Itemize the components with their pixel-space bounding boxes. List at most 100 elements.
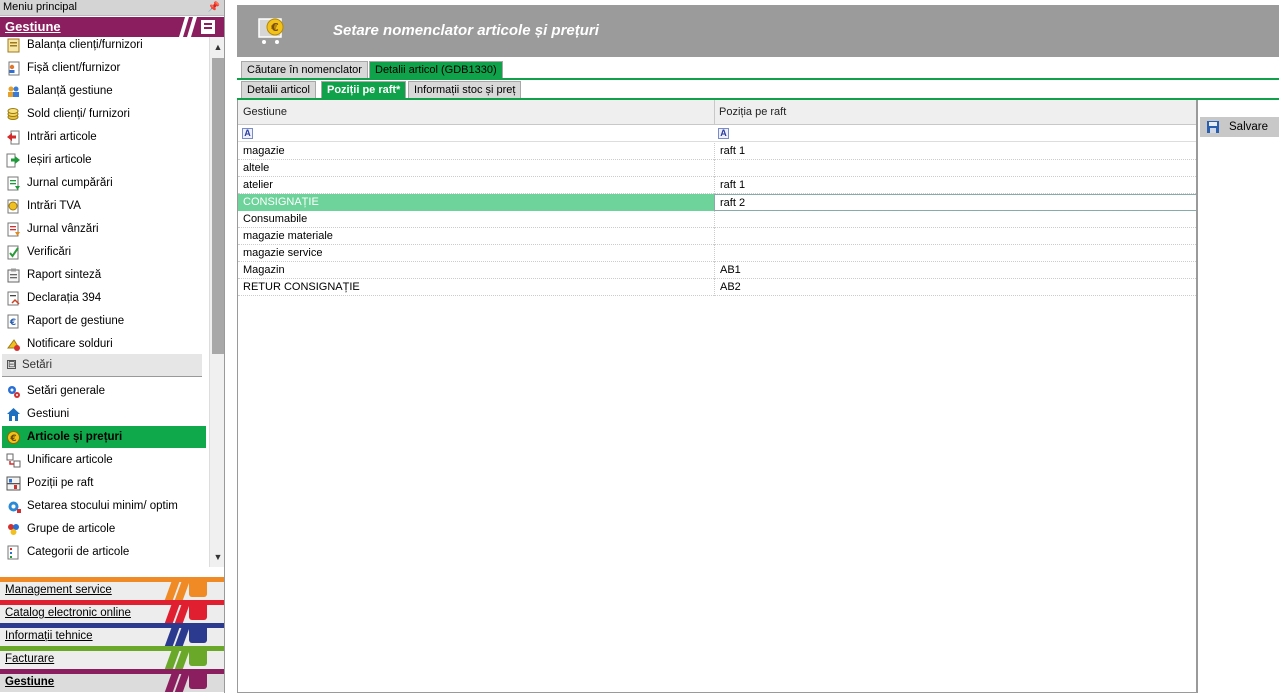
sidebar-list: Balanța clienți/furnizori Fișă client/fur… — [0, 37, 208, 567]
sidebar-item[interactable]: Intrări articole — [2, 126, 206, 148]
grid-header: Gestiune Poziția pe raft — [238, 100, 1196, 125]
scrollbar-thumb[interactable] — [212, 58, 224, 354]
sidebar-item[interactable]: Verificări — [2, 241, 206, 263]
arrow-out-icon — [6, 153, 20, 168]
module-bar[interactable]: Gestiune — [0, 669, 224, 692]
collapse-toggle-icon[interactable]: ⊟ — [7, 360, 16, 369]
save-button-label: Salvare — [1229, 121, 1268, 133]
house-icon — [7, 408, 20, 421]
sidebar-item[interactable]: Jurnal vânzări — [2, 218, 206, 240]
cell-pozitie-raft[interactable] — [714, 228, 1196, 245]
cell-pozitie-raft[interactable] — [714, 211, 1196, 228]
scroll-down-icon[interactable]: ▼ — [211, 549, 224, 565]
cell-gestiune[interactable]: magazie service — [238, 245, 714, 262]
scroll-up-icon[interactable]: ▲ — [211, 39, 224, 55]
cell-gestiune[interactable]: Magazin — [238, 262, 714, 279]
tab-detalii-articol-code[interactable]: Detalii articol (GDB1330) — [369, 61, 503, 79]
table-row[interactable]: atelier raft 1 — [238, 177, 1196, 194]
cell-gestiune[interactable]: CONSIGNAȚIE — [238, 194, 714, 211]
page-banner: € Setare nomenclator articole și prețuri — [237, 5, 1279, 57]
sidebar-item[interactable]: Intrări TVA — [2, 195, 206, 217]
filter-icon[interactable]: A — [718, 128, 729, 139]
sidebar-item-label: Setarea stocului minim/ optim — [27, 500, 178, 512]
coins-icon — [7, 108, 19, 120]
sidebar-item-label: Poziții pe raft — [27, 477, 94, 489]
sidebar-item[interactable]: Ieșiri articole — [2, 149, 206, 171]
sidebar-item[interactable]: Jurnal cumpărări — [2, 172, 206, 194]
sidebar-item[interactable]: Grupe de articole — [2, 518, 206, 540]
sidebar-item[interactable]: Setări generale — [2, 380, 206, 402]
table-row[interactable]: magazie raft 1 — [238, 143, 1196, 160]
settings-gear-icon — [8, 501, 21, 513]
cell-gestiune[interactable]: Consumabile — [238, 211, 714, 228]
module-bar[interactable]: Catalog electronic online — [0, 600, 224, 623]
declaration-icon — [7, 291, 20, 306]
tab-informatii-stoc-pret[interactable]: Informații stoc și preț — [408, 81, 522, 99]
shelf-icon — [6, 476, 21, 491]
sidebar-item[interactable]: Categorii de articole — [2, 541, 206, 563]
cell-gestiune[interactable]: magazie — [238, 143, 714, 160]
sidebar-item[interactable]: Setarea stocului minim/ optim — [2, 495, 206, 517]
notify-icon — [7, 339, 20, 351]
tab-cautare-nomenclator[interactable]: Căutare în nomenclator — [241, 61, 368, 79]
cell-gestiune[interactable]: RETUR CONSIGNAȚIE — [238, 279, 714, 296]
sidebar-item-label: Raport de gestiune — [27, 315, 125, 327]
sidebar-header-gestiune[interactable]: Gestiune — [0, 17, 224, 37]
cell-pozitie-raft[interactable]: raft 2 — [714, 194, 1196, 211]
groups-icon — [8, 524, 19, 535]
sidebar-item-label: Unificare articole — [27, 454, 113, 466]
sidebar-item[interactable]: Balanța clienți/furnizori — [2, 37, 206, 56]
cell-pozitie-raft[interactable]: AB2 — [714, 279, 1196, 296]
cell-pozitie-raft[interactable] — [714, 160, 1196, 177]
module-label: Gestiune — [5, 676, 55, 688]
page-title: Setare nomenclator articole și prețuri — [333, 22, 599, 39]
sidebar-item[interactable]: Notificare solduri — [2, 333, 206, 355]
sidebar-item[interactable]: Sold clienți/ furnizori — [2, 103, 206, 125]
person-sheet-icon — [8, 61, 20, 76]
table-row[interactable]: magazie service — [238, 245, 1196, 262]
table-row[interactable]: altele — [238, 160, 1196, 177]
sidebar-item[interactable]: Poziții pe raft — [2, 472, 206, 494]
sidebar-item[interactable]: Raport sinteză — [2, 264, 206, 286]
cell-gestiune[interactable]: altele — [238, 160, 714, 177]
module-icon — [189, 671, 207, 689]
module-bar[interactable]: Management service — [0, 577, 224, 600]
sidebar-scrollbar[interactable]: ▲ ▼ — [209, 37, 224, 567]
module-icon — [189, 579, 207, 597]
sidebar-item[interactable]: Declarația 394 — [2, 287, 206, 309]
cell-pozitie-raft[interactable]: raft 1 — [714, 177, 1196, 194]
sidebar-item[interactable]: Gestiuni — [2, 403, 206, 425]
settings-section-header[interactable]: ⊟ Setări — [2, 354, 202, 376]
sidebar-item[interactable]: Fișă client/furnizor — [2, 57, 206, 79]
table-row[interactable]: CONSIGNAȚIE raft 2 — [238, 194, 1196, 211]
shelf-positions-grid: Gestiune Poziția pe raft A A magazie raft… — [237, 100, 1197, 693]
filter-icon[interactable]: A — [242, 128, 253, 139]
sidebar-item[interactable]: Balanță gestiune — [2, 80, 206, 102]
main-panel: € Setare nomenclator articole și prețuri… — [232, 0, 1279, 693]
sidebar-item[interactable]: € Articole și prețuri — [2, 426, 206, 448]
tab-pozitii-pe-raft[interactable]: Poziții pe raft* — [321, 81, 407, 99]
sidebar-title-text: Meniu principal — [3, 1, 77, 13]
sidebar-item[interactable]: € Raport de gestiune — [2, 310, 206, 332]
sidebar-item-label: Notificare solduri — [27, 338, 113, 350]
module-bar[interactable]: Informații tehnice — [0, 623, 224, 646]
filter-row: A A — [238, 125, 1196, 142]
sidebar-item-label: Verificări — [27, 246, 72, 258]
column-header-gestiune[interactable]: Gestiune — [238, 100, 714, 125]
table-row[interactable]: RETUR CONSIGNAȚIE AB2 — [238, 279, 1196, 296]
cell-pozitie-raft[interactable] — [714, 245, 1196, 262]
table-row[interactable]: Consumabile — [238, 211, 1196, 228]
cell-gestiune[interactable]: atelier — [238, 177, 714, 194]
tab-detalii-articol[interactable]: Detalii articol — [241, 81, 316, 99]
table-row[interactable]: Magazin AB1 — [238, 262, 1196, 279]
cell-pozitie-raft[interactable]: AB1 — [714, 262, 1196, 279]
cell-pozitie-raft[interactable]: raft 1 — [714, 143, 1196, 160]
save-button[interactable]: Salvare — [1200, 117, 1279, 137]
pin-icon[interactable]: 📌 — [208, 0, 220, 15]
cell-gestiune[interactable]: magazie materiale — [238, 228, 714, 245]
table-row[interactable]: magazie materiale — [238, 228, 1196, 245]
column-header-pozitia-pe-raft[interactable]: Poziția pe raft — [714, 100, 1196, 125]
module-bar[interactable]: Facturare — [0, 646, 224, 669]
module-label: Catalog electronic online — [5, 607, 131, 619]
sidebar-item[interactable]: Unificare articole — [2, 449, 206, 471]
